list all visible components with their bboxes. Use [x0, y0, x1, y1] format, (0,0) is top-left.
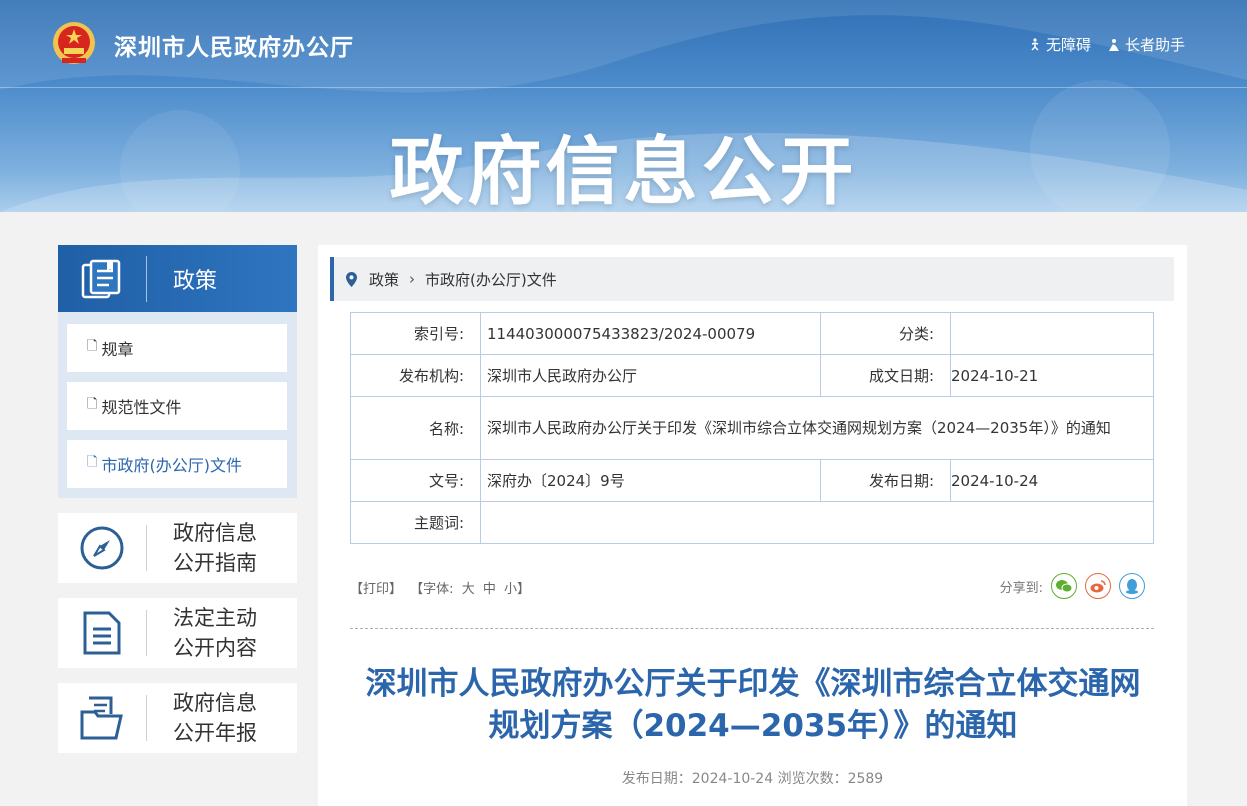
sidebar-item-label: 市政府(办公厅)文件 — [101, 456, 242, 475]
sidebar-card-annual-report[interactable]: 政府信息 公开年报 — [58, 683, 297, 753]
article-title-line: 规划方案（2024—2035年）》的通知 — [488, 708, 1018, 744]
compass-icon — [80, 526, 124, 570]
document-icon: 🗋 — [87, 339, 98, 354]
sidebar-card-disclosure-guide[interactable]: 政府信息 公开指南 — [58, 513, 297, 583]
sidebar-policy-header[interactable]: 政策 — [58, 245, 297, 312]
divider — [350, 628, 1154, 629]
card-line: 公开内容 — [173, 636, 257, 660]
breadcrumb-item[interactable]: 政策 — [369, 269, 399, 290]
card-line: 公开年报 — [173, 721, 257, 745]
header-banner: 深圳市人民政府办公厅 无障碍 长者助手 政府信息公开 — [0, 0, 1247, 212]
document-meta-table: 索引号: 11440300007543382​3/2024-00079 分类: … — [350, 312, 1154, 544]
accessibility-label: 无障碍 — [1045, 36, 1091, 54]
accessibility-link[interactable]: 无障碍 — [1028, 34, 1091, 55]
document-icon: 🗋 — [87, 397, 98, 412]
banner-divider — [0, 87, 1247, 88]
share-wechat-button[interactable] — [1051, 573, 1077, 599]
sidebar-item-label: 规范性文件 — [101, 398, 182, 417]
meta-value: 深圳市人民政府办公厅 — [480, 354, 821, 397]
document-list-icon — [83, 611, 121, 655]
folder-report-icon — [80, 696, 123, 740]
page-tools: 【打印】 【字体: 大 中 小】 — [350, 578, 534, 597]
share-label: 分享到: — [999, 580, 1043, 596]
elder-assist-link[interactable]: 长者助手 — [1107, 34, 1185, 55]
elder-assist-icon — [1108, 38, 1119, 51]
banner-title: 政府信息公开 — [389, 129, 858, 212]
article-meta: 发布日期：2024-10-24 浏览次数：2589 — [621, 771, 884, 787]
wechat-icon — [1056, 580, 1072, 593]
sidebar-item-municipal-docs[interactable]: 🗋 市政府(办公厅)文件 — [67, 440, 287, 488]
chevron-right-icon: › — [409, 270, 416, 288]
share-qq-button[interactable] — [1119, 573, 1145, 599]
meta-value — [950, 312, 1154, 355]
sidebar-policy-menu: 政策 🗋 规章 🗋 规范性文件 🗋 市政府(办公厅)文件 — [58, 245, 297, 498]
share-weibo-button[interactable] — [1085, 573, 1111, 599]
card-line: 法定主动 — [173, 606, 257, 630]
meta-label: 主题词: — [350, 501, 481, 544]
elder-assist-label: 长者助手 — [1124, 36, 1185, 54]
meta-label: 发布日期: — [820, 459, 951, 502]
meta-value: 11440300007543382​3/2024-00079 — [480, 312, 821, 355]
national-emblem-icon — [53, 22, 95, 64]
share-bar: 分享到: — [1000, 573, 1145, 599]
meta-value: 2024-10-21 — [950, 354, 1154, 397]
font-medium-button[interactable]: 中 — [483, 582, 496, 597]
font-size-label: 【字体: — [410, 582, 454, 597]
font-small-button[interactable]: 小】 — [504, 582, 530, 597]
meta-label: 分类: — [820, 312, 951, 355]
meta-label: 文号: — [350, 459, 481, 502]
top-links: 无障碍 长者助手 — [1028, 34, 1185, 55]
meta-value: 深圳市人民政府办公厅关于印发《深圳市综合立体交通网规划方案（2024—2035年… — [480, 396, 1154, 460]
card-line: 公开指南 — [173, 551, 257, 575]
sidebar-item-regulations[interactable]: 🗋 规章 — [67, 324, 287, 372]
meta-value — [480, 501, 1154, 544]
card-line: 政府信息 — [173, 521, 257, 545]
main-content: 政策 › 市政府(办公厅)文件 索引号: 11440300007543382​3… — [318, 245, 1187, 806]
meta-label: 成文日期: — [820, 354, 951, 397]
print-button[interactable]: 【打印】 — [350, 582, 402, 597]
meta-value: 2024-10-24 — [950, 459, 1154, 502]
accessibility-icon — [1031, 37, 1039, 51]
article-title-line: 深圳市人民政府办公厅关于印发《深圳市综合立体交通网 — [365, 666, 1141, 702]
weibo-icon — [1090, 580, 1106, 593]
location-pin-icon — [346, 271, 357, 287]
breadcrumb: 政策 › 市政府(办公厅)文件 — [330, 257, 1174, 301]
document-icon: 🗋 — [87, 455, 98, 470]
meta-value: 深府办〔2024〕9号 — [480, 459, 821, 502]
meta-label: 发布机构: — [350, 354, 481, 397]
site-title[interactable]: 深圳市人民政府办公厅 — [114, 28, 354, 62]
meta-label: 索引号: — [350, 312, 481, 355]
sidebar-item-normative-docs[interactable]: 🗋 规范性文件 — [67, 382, 287, 430]
sidebar-item-label: 规章 — [101, 340, 134, 359]
sidebar-card-statutory-content[interactable]: 法定主动 公开内容 — [58, 598, 297, 668]
qq-icon — [1126, 579, 1138, 594]
font-large-button[interactable]: 大 — [462, 582, 475, 597]
meta-label: 名称: — [350, 396, 481, 460]
breadcrumb-item[interactable]: 市政府(办公厅)文件 — [425, 269, 557, 290]
card-line: 政府信息 — [173, 691, 257, 715]
article-title: 深圳市人民政府办公厅关于印发《深圳市综合立体交通网 规划方案（2024—2035… — [338, 663, 1168, 747]
policy-book-icon — [81, 259, 121, 298]
sidebar-policy-label: 政策 — [173, 268, 218, 294]
